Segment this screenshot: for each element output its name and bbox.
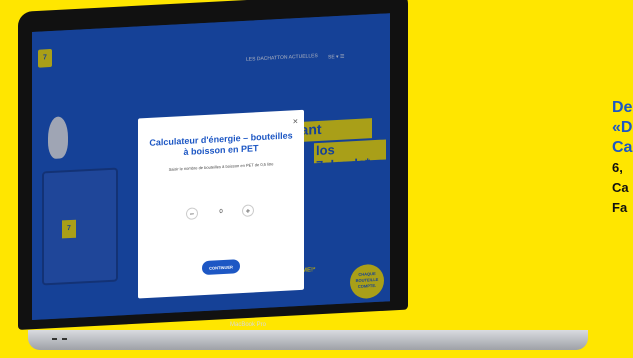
side-copy-line3: Ca bbox=[612, 139, 633, 156]
laptop-mockup: 7 LES DACHATTON ACTUELLES SE ▾ ☰ 7 nant … bbox=[18, 0, 588, 350]
side-copy-line4: 6, bbox=[612, 160, 623, 175]
modal-title: Calculateur d'énergie – bouteilles à boi… bbox=[149, 130, 293, 158]
modal-subtitle: Saisir le nombre de bouteilles à boisson… bbox=[168, 161, 274, 172]
laptop-model-label: MacBook Pro bbox=[229, 322, 266, 328]
side-copy-line5: Ca bbox=[612, 180, 629, 195]
continue-button[interactable]: CONTINUER bbox=[202, 259, 240, 276]
close-icon[interactable]: × bbox=[293, 116, 298, 126]
decrement-button[interactable]: − bbox=[186, 207, 198, 220]
laptop-base bbox=[28, 330, 588, 350]
quantity-stepper: − 0 + bbox=[186, 204, 256, 222]
side-copy: De «D Ca 6, Ca Fa bbox=[612, 98, 633, 218]
energy-calculator-modal: × Calculateur d'énergie – bouteilles à b… bbox=[138, 109, 304, 299]
side-copy-line6: Fa bbox=[612, 200, 628, 215]
increment-button[interactable]: + bbox=[242, 204, 254, 217]
side-copy-line1: De bbox=[612, 99, 633, 116]
quantity-input[interactable]: 0 bbox=[212, 206, 230, 219]
side-copy-line2: «D bbox=[612, 119, 633, 136]
laptop-screen: 7 LES DACHATTON ACTUELLES SE ▾ ☰ 7 nant … bbox=[32, 13, 390, 321]
